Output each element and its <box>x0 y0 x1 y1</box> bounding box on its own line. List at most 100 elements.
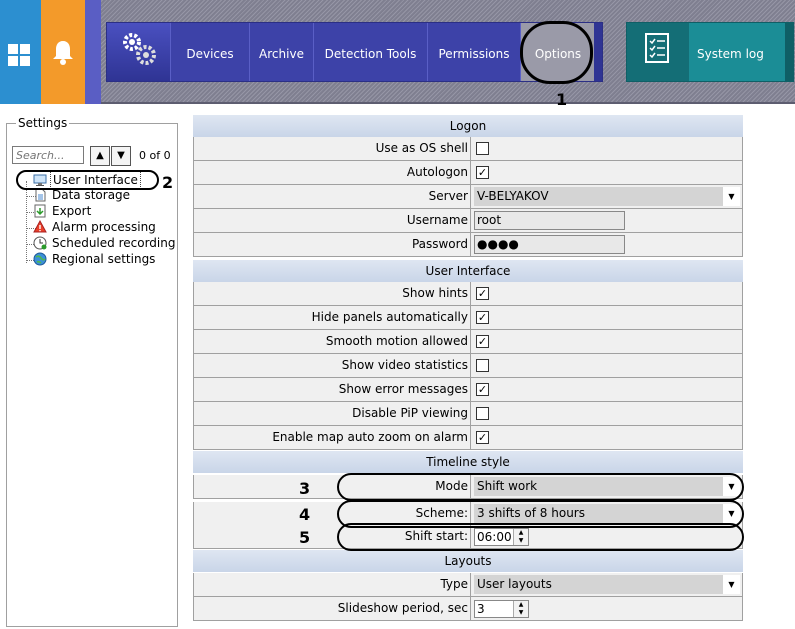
tree-item-scheduled-recording[interactable]: Scheduled recording <box>33 235 177 251</box>
row-label: Password <box>194 233 471 256</box>
callout-4: 4 <box>299 505 311 524</box>
section-timeline-style: Timeline style <box>193 451 743 473</box>
tree-item-label: Scheduled recording <box>52 236 176 250</box>
server-value: V-BELYAKOV <box>477 189 549 203</box>
row-password: Password ●●●● <box>193 233 743 257</box>
section-logon: Logon <box>193 115 743 137</box>
bell-icon <box>53 41 73 65</box>
nav-devices[interactable]: Devices <box>170 23 249 81</box>
tree-line <box>26 181 27 263</box>
type-value: User layouts <box>477 577 552 591</box>
row-label: Server <box>194 185 471 208</box>
error-messages-checkbox[interactable]: ✓ <box>476 383 489 396</box>
row-show-hints: Show hints ✓ <box>193 282 743 306</box>
row-map-auto-zoom: Enable map auto zoom on alarm ✓ <box>193 426 743 450</box>
slideshow-period-value: 3 <box>477 602 485 616</box>
row-slideshow-period: Slideshow period, sec 3 ▲ ▼ <box>193 597 743 621</box>
show-hints-checkbox[interactable]: ✓ <box>476 287 489 300</box>
settings-legend: Settings <box>16 116 70 130</box>
tree-item-label: Alarm processing <box>52 220 156 234</box>
search-counter: 0 of 0 <box>139 149 171 162</box>
row-label: Type <box>194 573 471 596</box>
search-prev-button[interactable]: ▲ <box>90 146 110 166</box>
hide-panels-checkbox[interactable]: ✓ <box>476 311 489 324</box>
row-smooth-motion: Smooth motion allowed ✓ <box>193 330 743 354</box>
spin-up-icon: ▲ <box>518 601 524 608</box>
row-label: Disable PiP viewing <box>194 402 471 425</box>
slideshow-period-spinner[interactable]: 3 ▲ ▼ <box>474 600 529 618</box>
callout-oval-shift-start <box>337 523 744 551</box>
row-label: Enable map auto zoom on alarm <box>194 426 471 449</box>
row-hide-panels: Hide panels automatically ✓ <box>193 306 743 330</box>
nav-detection-tools[interactable]: Detection Tools <box>313 23 427 81</box>
chevron-down-icon: ▼ <box>723 575 740 594</box>
row-type: Type User layouts ▼ <box>193 573 743 597</box>
row-disable-pip: Disable PiP viewing <box>193 402 743 426</box>
tree-item-label: Regional settings <box>52 252 156 266</box>
globe-icon <box>33 252 47 266</box>
file-icon <box>33 188 47 202</box>
use-os-shell-checkbox[interactable] <box>476 142 489 155</box>
map-auto-zoom-checkbox[interactable]: ✓ <box>476 431 489 444</box>
row-label: Username <box>194 209 471 232</box>
row-label: Slideshow period, sec <box>194 597 471 620</box>
spin-down-icon: ▼ <box>518 609 524 616</box>
row-server: Server V-BELYAKOV ▼ <box>193 185 743 209</box>
tile-edge <box>85 0 101 104</box>
row-error-messages: Show error messages ✓ <box>193 378 743 402</box>
smooth-motion-checkbox[interactable]: ✓ <box>476 335 489 348</box>
top-toolbar: Devices Archive Detection Tools Permissi… <box>0 0 795 104</box>
checklist-icon <box>645 33 669 63</box>
settings-nav-button[interactable] <box>107 23 170 81</box>
row-label: Use as OS shell <box>194 137 471 160</box>
section-layouts: Layouts <box>193 550 743 572</box>
callout-oval-options <box>520 21 593 84</box>
callout-oval-user-interface <box>16 170 159 190</box>
row-label: Smooth motion allowed <box>194 330 471 353</box>
section-user-interface: User Interface <box>193 260 743 282</box>
row-video-statistics: Show video statistics <box>193 354 743 378</box>
tree-item-regional-settings[interactable]: Regional settings <box>33 251 157 267</box>
password-field[interactable]: ●●●● <box>474 235 625 254</box>
export-icon <box>33 204 47 218</box>
disable-pip-checkbox[interactable] <box>476 407 489 420</box>
callout-5: 5 <box>299 528 311 547</box>
server-dropdown[interactable]: V-BELYAKOV ▼ <box>474 187 740 206</box>
alarm-tile-button[interactable] <box>41 0 85 104</box>
row-label: Hide panels automatically <box>194 306 471 329</box>
row-label: Show hints <box>194 282 471 305</box>
system-log-button[interactable]: System log <box>626 22 794 82</box>
tree-item-alarm-processing[interactable]: Alarm processing <box>33 219 158 235</box>
log-tile <box>627 23 689 81</box>
alarm-icon <box>33 219 47 234</box>
nav-archive[interactable]: Archive <box>249 23 313 81</box>
nav-permissions[interactable]: Permissions <box>427 23 520 81</box>
callout-3: 3 <box>299 479 311 498</box>
windows-icon <box>8 44 30 66</box>
tree-item-export[interactable]: Export <box>33 203 93 219</box>
chevron-down-icon: ▼ <box>723 187 740 206</box>
system-log-edge <box>785 23 793 81</box>
tree-item-label: Export <box>52 204 92 218</box>
username-field[interactable]: root <box>474 211 625 230</box>
autologon-checkbox[interactable]: ✓ <box>476 166 489 179</box>
system-log-label: System log <box>697 47 764 61</box>
row-use-os-shell: Use as OS shell <box>193 137 743 161</box>
row-label: Show error messages <box>194 378 471 401</box>
video-statistics-checkbox[interactable] <box>476 359 489 372</box>
row-username: Username root <box>193 209 743 233</box>
row-label: Show video statistics <box>194 354 471 377</box>
type-dropdown[interactable]: User layouts ▼ <box>474 575 740 594</box>
callout-1: 1 <box>556 90 568 109</box>
search-input[interactable] <box>12 146 84 164</box>
windows-tile-button[interactable] <box>0 0 41 104</box>
gears-icon <box>123 33 156 65</box>
row-autologon: Autologon ✓ <box>193 161 743 185</box>
schedule-icon <box>33 236 47 250</box>
callout-2: 2 <box>162 173 174 192</box>
callout-oval-mode <box>337 473 744 501</box>
spinner-buttons[interactable]: ▲ ▼ <box>513 601 528 617</box>
search-next-button[interactable]: ▼ <box>111 146 131 166</box>
nav-end-bar <box>594 23 602 81</box>
row-label: Autologon <box>194 161 471 184</box>
